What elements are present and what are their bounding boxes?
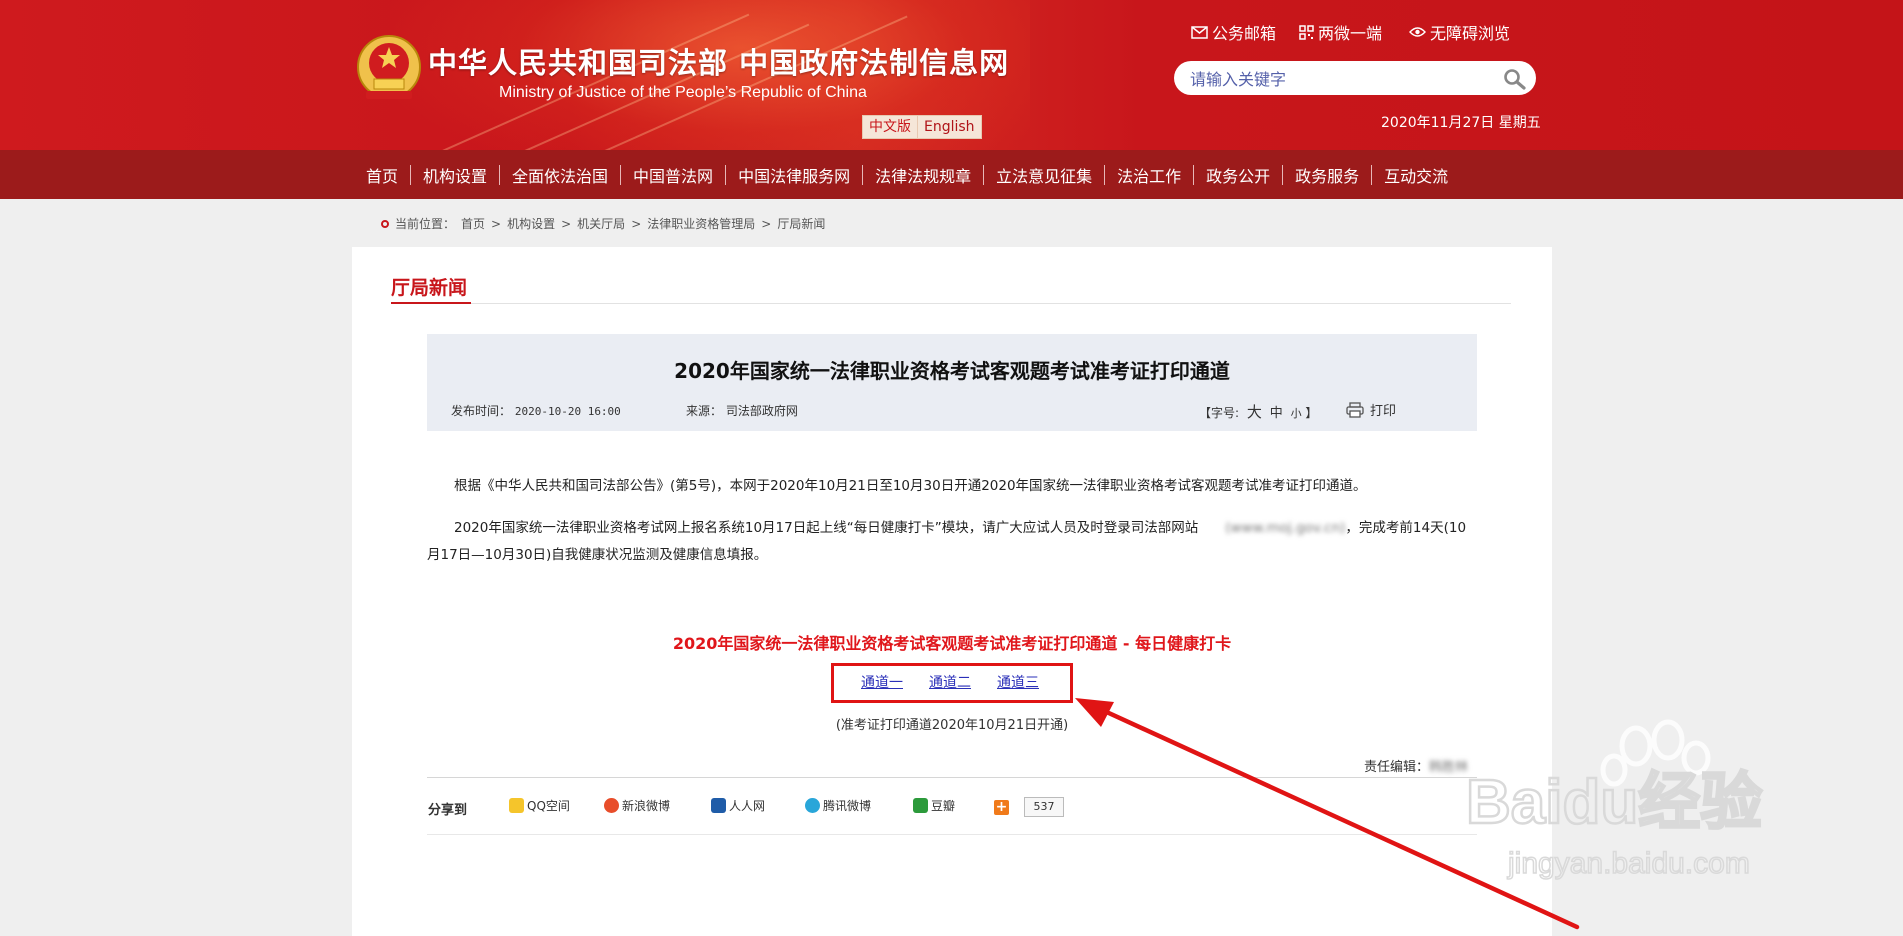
font-size-controls: 【字号: 大 中 小 】 [1199,401,1317,422]
location-dot-icon [381,219,389,228]
baidu-watermark: Baidu经验 jingyan.baidu.com [1465,719,1763,881]
article-title: 2020年国家统一法律职业资格考试客观题考试准考证打印通道 [674,359,1230,383]
national-emblem-icon[interactable] [356,33,422,103]
nav-item-home[interactable]: 首页 [354,163,410,187]
paragraph-2-text-a: 2020年国家统一法律职业资格考试网上报名系统10月17日起上线“每日健康打卡”… [454,520,1199,536]
site-subtitle: Ministry of Justice of the People’s Repu… [499,84,867,101]
source-value: 司法部政府网 [725,404,798,418]
qzone-icon [509,798,524,813]
section-title: 厅局新闻 [391,277,468,299]
mail-icon [1191,25,1208,39]
breadcrumb-sep: > [491,216,502,231]
tencent-weibo-icon [805,798,820,813]
source-label: 来源： [686,404,723,418]
current-date: 2020年11月27日 星期五 [1381,115,1541,131]
publish-time-label: 发布时间： [451,404,512,418]
nav-item-gov-service[interactable]: 政务服务 [1283,163,1371,187]
share-qzone-label: QQ空间 [527,799,570,813]
breadcrumb-qualification-bureau[interactable]: 法律职业资格管理局 [647,215,755,232]
nav-item-organization[interactable]: 机构设置 [411,163,499,187]
qrcode-icon [1299,24,1314,40]
share-count: 537 [1024,797,1064,817]
breadcrumb-bureau-news[interactable]: 厅局新闻 [777,215,825,232]
share-renren-label: 人人网 [729,799,766,813]
share-bottom-divider [427,834,1477,835]
article-source: 来源： 司法部政府网 [686,402,798,419]
weibo-weixin-link[interactable]: 两微一端 [1299,20,1382,44]
channel-heading: 2020年国家统一法律职业资格考试客观题考试准考证打印通道 - 每日健康打卡 [672,634,1232,653]
accessibility-label: 无障碍浏览 [1430,24,1511,43]
share-douban[interactable]: 豆瓣 [913,797,955,814]
section-title-underline [391,302,471,304]
article-paragraph-2: 2020年国家统一法律职业资格考试网上报名系统10月17日起上线“每日健康打卡”… [427,515,1477,569]
breadcrumb-sep: > [761,216,772,231]
watermark-url: jingyan.baidu.com [1507,847,1750,880]
publish-time-value: 2020-10-20 16:00 [514,405,621,418]
nav-item-laws[interactable]: 法律法规规章 [863,163,983,187]
breadcrumb: 当前位置： 首页 > 机构设置 > 机关厅局 > 法律职业资格管理局 > 厅局新… [381,215,825,232]
font-size-medium[interactable]: 中 [1270,406,1283,421]
share-douban-label: 豆瓣 [931,799,956,813]
font-size-large[interactable]: 大 [1247,403,1262,421]
site-title: 中华人民共和国司法部 中国政府法制信息网 [428,46,1010,80]
share-tencent-weibo-label: 腾讯微博 [823,799,872,813]
editor-label: 责任编辑： [1364,760,1430,775]
weibo-weixin-label: 两微一端 [1318,24,1383,43]
breadcrumb-sep: > [631,216,642,231]
nav-item-pufa[interactable]: 中国普法网 [621,163,725,187]
share-weibo[interactable]: 新浪微博 [604,797,670,814]
share-renren[interactable]: 人人网 [711,797,765,814]
search-icon[interactable] [1502,67,1526,91]
main-nav: 首页 机构设置 全面依法治国 中国普法网 中国法律服务网 法律法规规章 立法意见… [0,150,1903,199]
eye-icon [1409,27,1426,37]
share-weibo-label: 新浪微博 [622,799,671,813]
share-label: 分享到 [428,803,468,818]
weibo-icon [604,798,619,813]
font-size-end: 】 [1305,406,1318,420]
responsible-editor: 责任编辑：韩胜林 [1364,756,1468,775]
douban-icon [913,798,928,813]
search-input[interactable] [1188,66,1492,92]
breadcrumb-label: 当前位置： [395,217,456,231]
breadcrumb-organization[interactable]: 机构设置 [507,215,555,232]
mail-link-label: 公务邮箱 [1212,24,1277,43]
breadcrumb-bureaus[interactable]: 机关厅局 [577,215,625,232]
share-tencent-weibo[interactable]: 腾讯微博 [805,797,871,814]
more-share-button[interactable]: + [994,800,1009,815]
nav-item-legislation-comments[interactable]: 立法意见征集 [984,163,1104,187]
publish-time: 发布时间： 2020-10-20 16:00 [451,402,621,419]
nav-item-rule-of-law[interactable]: 全面依法治国 [500,163,620,187]
share-qzone[interactable]: QQ空间 [509,797,570,814]
nav-item-gov-open[interactable]: 政务公开 [1194,163,1282,187]
print-label: 打印 [1370,404,1397,419]
share-divider [427,777,1477,778]
breadcrumb-home[interactable]: 首页 [461,215,485,232]
lang-chinese-button[interactable]: 中文版 [862,115,918,139]
highlight-box [831,663,1073,703]
channel-note: (准考证打印通道2020年10月21日开通) [835,718,1069,733]
search-box [1174,61,1536,95]
nav-item-legal-work[interactable]: 法治工作 [1105,163,1193,187]
breadcrumb-sep: > [561,216,572,231]
font-size-label: 【字号: [1199,406,1240,420]
blurred-website: (www.moj.gov.cn) [1225,520,1346,536]
print-button[interactable]: 打印 [1346,400,1396,419]
nav-item-interaction[interactable]: 互动交流 [1372,163,1460,187]
accessibility-link[interactable]: 无障碍浏览 [1409,20,1510,44]
printer-icon [1346,401,1364,418]
renren-icon [711,798,726,813]
watermark-brand: Baidu经验 [1466,768,1762,837]
lang-english-button[interactable]: English [917,115,982,139]
article-paragraph-1: 根据《中华人民共和国司法部公告》(第5号)，本网于2020年10月21日至10月… [454,478,1367,494]
nav-item-legal-service[interactable]: 中国法律服务网 [726,163,862,187]
section-divider [471,303,1511,304]
font-size-small[interactable]: 小 [1291,407,1302,420]
mail-link[interactable]: 公务邮箱 [1191,20,1276,44]
